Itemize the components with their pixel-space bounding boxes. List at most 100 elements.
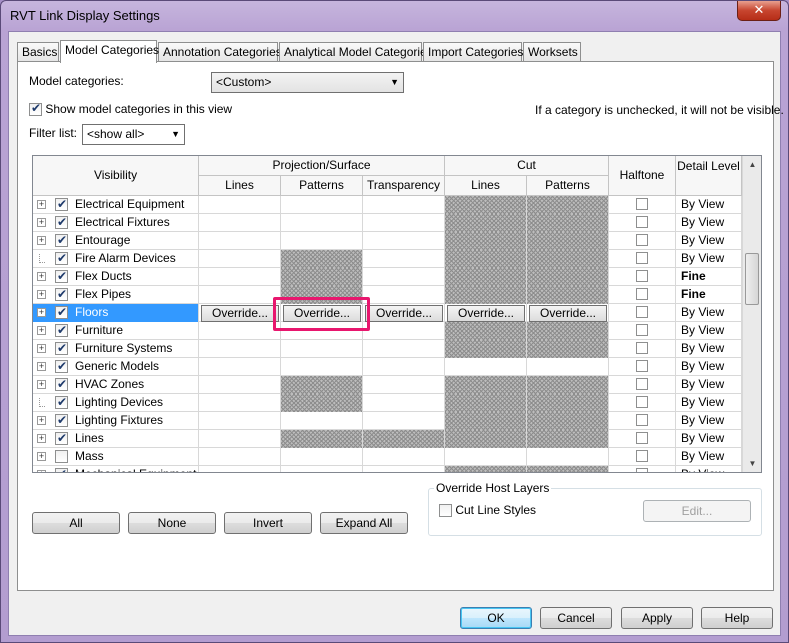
detail-level-cell[interactable]: By View <box>676 466 742 472</box>
edit-button[interactable]: Edit... <box>643 500 751 522</box>
grid-vertical-scrollbar[interactable]: ▲ ▼ <box>742 156 761 472</box>
halftone-checkbox[interactable] <box>636 288 648 300</box>
expand-icon[interactable]: + <box>37 200 46 209</box>
category-name-cell[interactable]: + Furniture Systems <box>33 340 199 358</box>
halftone-checkbox[interactable] <box>636 234 648 246</box>
model-categories-dropdown[interactable]: <Custom> ▼ <box>211 72 404 93</box>
cut-patterns-cell[interactable]: Override... <box>527 304 609 322</box>
expand-icon[interactable]: + <box>37 236 46 245</box>
halftone-checkbox[interactable] <box>636 396 648 408</box>
category-row[interactable]: + Electrical Fixtures By View <box>33 214 742 232</box>
show-in-view-checkbox[interactable] <box>29 101 42 117</box>
category-row[interactable]: + Mechanical Equipment By View <box>33 466 742 472</box>
category-row[interactable]: Lighting Devices By View <box>33 394 742 412</box>
category-row[interactable]: + Furniture Systems By View <box>33 340 742 358</box>
proj-lines-cell[interactable] <box>199 340 281 358</box>
proj-lines-cell[interactable] <box>199 232 281 250</box>
proj-lines-cell[interactable] <box>199 358 281 376</box>
tab-import-categories[interactable]: Import Categories <box>423 42 523 62</box>
category-row[interactable]: + Flex Ducts Fine <box>33 268 742 286</box>
detail-level-cell[interactable]: By View <box>676 250 742 268</box>
halftone-checkbox[interactable] <box>636 216 648 228</box>
override-cut-patterns-button[interactable]: Override... <box>529 305 607 322</box>
category-row[interactable]: + Electrical Equipment By View <box>33 196 742 214</box>
halftone-checkbox[interactable] <box>636 342 648 354</box>
expand-icon[interactable]: + <box>37 308 46 317</box>
ok-button[interactable]: OK <box>460 607 532 629</box>
expand-icon[interactable]: + <box>37 380 46 389</box>
category-name-cell[interactable]: + Electrical Equipment <box>33 196 199 214</box>
category-name-cell[interactable]: + Floors <box>33 304 199 322</box>
cancel-button[interactable]: Cancel <box>540 607 612 629</box>
help-button[interactable]: Help <box>701 607 773 629</box>
proj-patterns-cell[interactable] <box>281 232 363 250</box>
proj-lines-cell[interactable] <box>199 412 281 430</box>
expand-icon[interactable]: + <box>37 452 46 461</box>
halftone-checkbox[interactable] <box>636 378 648 390</box>
proj-transparency-cell[interactable]: Override... <box>363 304 445 322</box>
category-name-cell[interactable]: + Entourage <box>33 232 199 250</box>
proj-transparency-cell[interactable] <box>363 322 445 340</box>
category-name-cell[interactable]: Fire Alarm Devices <box>33 250 199 268</box>
detail-level-cell[interactable]: By View <box>676 376 742 394</box>
tab-model-categories[interactable]: Model Categories <box>60 40 159 63</box>
halftone-checkbox[interactable] <box>636 252 648 264</box>
category-row[interactable]: + Lines By View <box>33 430 742 448</box>
expand-icon[interactable]: + <box>37 362 46 371</box>
visibility-checkbox[interactable] <box>55 412 68 429</box>
tab-basics[interactable]: Basics <box>17 42 59 62</box>
proj-transparency-cell[interactable] <box>363 250 445 268</box>
halftone-checkbox[interactable] <box>636 270 648 282</box>
detail-level-cell[interactable]: By View <box>676 340 742 358</box>
proj-transparency-cell[interactable] <box>363 340 445 358</box>
category-row[interactable]: Fire Alarm Devices By View <box>33 250 742 268</box>
category-row[interactable]: + Mass By View <box>33 448 742 466</box>
expand-icon[interactable]: + <box>37 344 46 353</box>
category-name-cell[interactable]: + Generic Models <box>33 358 199 376</box>
proj-transparency-cell[interactable] <box>363 394 445 412</box>
proj-transparency-cell[interactable] <box>363 466 445 472</box>
proj-lines-cell[interactable] <box>199 268 281 286</box>
detail-level-cell[interactable]: By View <box>676 304 742 322</box>
cut-lines-cell[interactable]: Override... <box>445 304 527 322</box>
expand-icon[interactable]: + <box>37 326 46 335</box>
detail-level-cell[interactable]: By View <box>676 358 742 376</box>
cut-line-styles-row[interactable]: Cut Line Styles <box>439 503 536 518</box>
proj-patterns-cell[interactable] <box>281 412 363 430</box>
halftone-checkbox[interactable] <box>636 198 648 210</box>
detail-level-cell[interactable]: By View <box>676 214 742 232</box>
detail-level-cell[interactable]: Fine <box>676 268 742 286</box>
visibility-checkbox[interactable] <box>55 304 68 321</box>
detail-level-cell[interactable]: By View <box>676 232 742 250</box>
expand-icon[interactable]: + <box>37 416 46 425</box>
category-row[interactable]: + Lighting Fixtures By View <box>33 412 742 430</box>
halftone-checkbox[interactable] <box>636 432 648 444</box>
cut-patterns-cell[interactable] <box>527 358 609 376</box>
visibility-checkbox[interactable] <box>55 376 68 393</box>
visibility-checkbox[interactable] <box>55 358 68 375</box>
detail-level-cell[interactable]: By View <box>676 394 742 412</box>
expand-icon[interactable]: + <box>37 470 46 472</box>
proj-patterns-cell[interactable] <box>281 340 363 358</box>
proj-lines-cell[interactable] <box>199 250 281 268</box>
visibility-checkbox[interactable] <box>55 430 68 447</box>
proj-transparency-cell[interactable] <box>363 412 445 430</box>
scroll-thumb[interactable] <box>745 253 759 305</box>
filter-list-dropdown[interactable]: <show all> ▼ <box>82 124 185 145</box>
proj-transparency-cell[interactable] <box>363 268 445 286</box>
visibility-checkbox[interactable] <box>55 196 68 213</box>
proj-transparency-cell[interactable] <box>363 214 445 232</box>
halftone-checkbox[interactable] <box>636 450 648 462</box>
proj-patterns-cell[interactable] <box>281 214 363 232</box>
proj-lines-cell[interactable] <box>199 466 281 472</box>
proj-transparency-cell[interactable] <box>363 232 445 250</box>
tab-worksets[interactable]: Worksets <box>523 42 581 62</box>
category-name-cell[interactable]: + Mechanical Equipment <box>33 466 199 472</box>
detail-level-cell[interactable]: By View <box>676 412 742 430</box>
cut-line-styles-checkbox[interactable] <box>439 504 452 518</box>
halftone-checkbox[interactable] <box>636 360 648 372</box>
category-row[interactable]: +FloorsOverride...Override...Override...… <box>33 304 742 322</box>
category-row[interactable]: + Furniture By View <box>33 322 742 340</box>
proj-lines-cell[interactable] <box>199 448 281 466</box>
visibility-checkbox[interactable] <box>55 394 68 411</box>
